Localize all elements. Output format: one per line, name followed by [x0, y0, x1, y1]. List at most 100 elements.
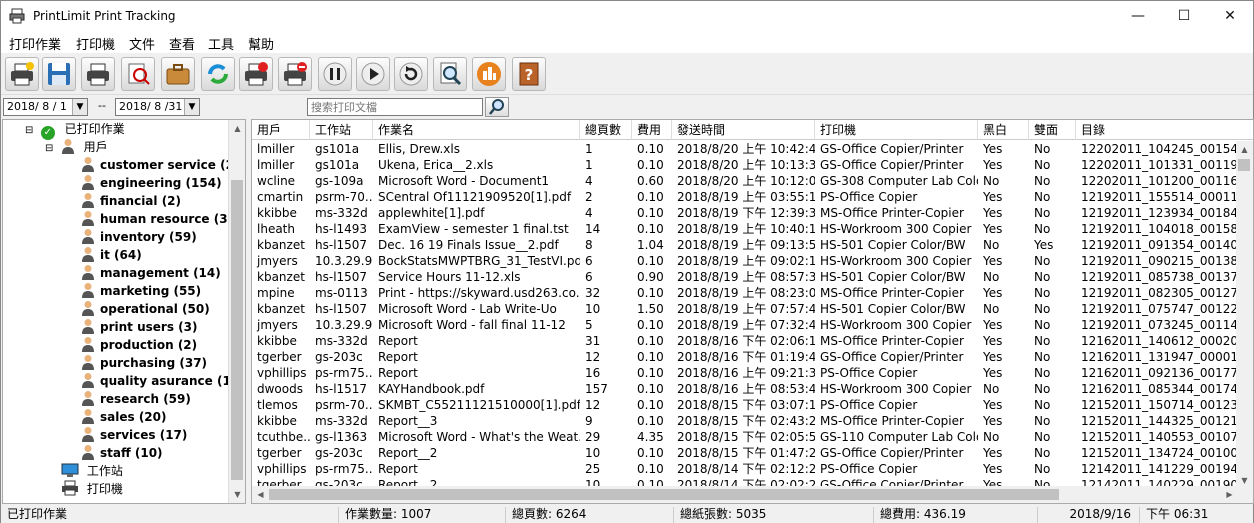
- column-header-job-name[interactable]: 作業名: [373, 120, 580, 140]
- help-button[interactable]: ?: [512, 57, 546, 91]
- table-row[interactable]: cmartin psrm-70... SCentral Of11121909520[…: [252, 189, 1237, 205]
- table-row[interactable]: kkibbe ms-332d applewhite[1].pdf 4 0.10 2018/…: [252, 205, 1237, 221]
- new-printer-button[interactable]: [5, 57, 39, 91]
- tree-group-item[interactable]: staff (10): [81, 444, 163, 462]
- tree-group-item[interactable]: production (2): [81, 336, 197, 354]
- menu-tools[interactable]: 工具: [208, 34, 234, 53]
- collapse-icon[interactable]: ⊟: [25, 122, 37, 140]
- column-header-printer[interactable]: 打印機: [815, 120, 978, 140]
- menu-file[interactable]: 文件: [129, 34, 155, 53]
- chevron-down-icon[interactable]: ▼: [72, 99, 87, 115]
- chevron-down-icon[interactable]: ▼: [184, 99, 199, 115]
- collapse-icon[interactable]: ⊟: [45, 140, 57, 158]
- tree-group-item[interactable]: marketing (55): [81, 282, 201, 300]
- scroll-thumb[interactable]: [1238, 159, 1250, 171]
- tree-group-item[interactable]: quality asurance (153): [81, 372, 245, 390]
- table-row[interactable]: mpine ms-0113 Print - https://skyward.usd2…: [252, 285, 1237, 301]
- scroll-right-icon[interactable]: ▶: [1221, 486, 1238, 503]
- tree-group-item[interactable]: print users (3): [81, 318, 197, 336]
- scroll-thumb[interactable]: [231, 180, 243, 480]
- tree-group-item[interactable]: operational (50): [81, 300, 210, 318]
- column-header-cost[interactable]: 費用: [632, 120, 672, 140]
- tree-group-item[interactable]: inventory (59): [81, 228, 197, 246]
- table-row[interactable]: kbanzet hs-l1507 Service Hours 11-12.xls 6 0…: [252, 269, 1237, 285]
- tree-group-item[interactable]: customer service (22): [81, 156, 245, 174]
- tree-node-printed-jobs[interactable]: ⊟ ✓ 已打印作業: [25, 120, 125, 140]
- scroll-down-icon[interactable]: ▼: [229, 486, 245, 503]
- stop-printer-button[interactable]: [239, 57, 273, 91]
- user-icon: [82, 211, 94, 226]
- scroll-up-icon[interactable]: ▲: [1236, 141, 1253, 158]
- cell-cost: 0.10: [637, 158, 664, 172]
- table-vertical-scrollbar[interactable]: ▲ ▼: [1236, 141, 1253, 489]
- scroll-left-icon[interactable]: ◀: [252, 486, 269, 503]
- table-row[interactable]: kkibbe ms-332d Report__3 9 0.10 2018/8/15 下午 …: [252, 413, 1237, 429]
- table-row[interactable]: tgerber gs-203c Report 12 0.10 2018/8/16 下午 0…: [252, 349, 1237, 365]
- maximize-button[interactable]: ☐: [1161, 1, 1207, 31]
- jobs-briefcase-button[interactable]: [161, 57, 195, 91]
- table-row[interactable]: vphillips ps-rm75... Report 16 0.10 2018/8/16…: [252, 365, 1237, 381]
- tree-group-item[interactable]: purchasing (37): [81, 354, 207, 372]
- table-body: lmiller gs101a Ellis, Drew.xls 1 0.10 2018/8/…: [252, 141, 1237, 489]
- tree-group-item[interactable]: sales (20): [81, 408, 166, 426]
- table-row[interactable]: lheath hs-l1493 ExamView - semester 1 fina…: [252, 221, 1237, 237]
- tree-group-item[interactable]: human resource (30): [81, 210, 241, 228]
- table-row[interactable]: lmiller gs101a Ellis, Drew.xls 1 0.10 2018/8/…: [252, 141, 1237, 157]
- tree-group-item[interactable]: research (59): [81, 390, 191, 408]
- table-horizontal-scrollbar[interactable]: ◀ ▶: [252, 486, 1253, 503]
- menu-help[interactable]: 幫助: [248, 34, 274, 53]
- preview-button[interactable]: [433, 57, 467, 91]
- column-header-directory[interactable]: 目錄: [1076, 120, 1253, 140]
- scroll-up-icon[interactable]: ▲: [229, 120, 245, 137]
- search-input[interactable]: [307, 98, 483, 116]
- table-row[interactable]: kbanzet hs-l1507 Dec. 16 19 Finals Issue__…: [252, 237, 1237, 253]
- table-row[interactable]: tcuthbe... gs-l1363 Microsoft Word - What'…: [252, 429, 1237, 445]
- table-row[interactable]: tlemos psrm-70... SKMBT_C55211121510000[1]…: [252, 397, 1237, 413]
- tree-group-item[interactable]: it (64): [81, 246, 142, 264]
- report-button[interactable]: [472, 57, 506, 91]
- pause-button[interactable]: [318, 57, 352, 91]
- menu-printers[interactable]: 打印機: [76, 34, 115, 53]
- print-button[interactable]: [81, 57, 115, 91]
- table-row[interactable]: jmyers 10.3.29.96 Microsoft Word - fall fi…: [252, 317, 1237, 333]
- table-row[interactable]: dwoods hs-l1517 KAYHandbook.pdf 157 0.10 2018…: [252, 381, 1237, 397]
- search-button[interactable]: [485, 97, 509, 117]
- find-document-button[interactable]: [121, 57, 155, 91]
- table-row[interactable]: kbanzet hs-l1507 Microsoft Word - Lab Writ…: [252, 301, 1237, 317]
- tree-group-item[interactable]: engineering (154): [81, 174, 222, 192]
- cell-duplex: No: [1034, 398, 1051, 412]
- menu-view[interactable]: 查看: [169, 34, 195, 53]
- tree-group-item[interactable]: services (17): [81, 426, 187, 444]
- tree-node-workstations[interactable]: 工作站: [61, 462, 123, 480]
- cell-workstation: ms-332d: [315, 414, 368, 428]
- tree-node-users[interactable]: ⊟ 用戶: [45, 138, 108, 156]
- date-to-picker[interactable]: 2018/ 8 /31 ▼: [115, 98, 200, 116]
- refresh-button[interactable]: [201, 57, 235, 91]
- table-row[interactable]: vphillips ps-rm75... Report 25 0.10 2018/8/14…: [252, 461, 1237, 477]
- table-row[interactable]: lmiller gs101a Ukena, Erica__2.xls 1 0.10 201…: [252, 157, 1237, 173]
- tree-group-item[interactable]: management (14): [81, 264, 221, 282]
- tree-node-printers[interactable]: 打印機: [61, 480, 123, 498]
- tree-scrollbar[interactable]: ▲ ▼: [228, 120, 245, 503]
- column-header-pages[interactable]: 總頁數: [580, 120, 632, 140]
- cell-directory: 12162011_085344_00174.pdf: [1081, 382, 1237, 396]
- tree-group-item[interactable]: financial (2): [81, 192, 181, 210]
- table-row[interactable]: kkibbe ms-332d Report 31 0.10 2018/8/16 下午 02…: [252, 333, 1237, 349]
- menu-print-jobs[interactable]: 打印作業: [9, 34, 61, 53]
- column-header-duplex[interactable]: 雙面: [1029, 120, 1076, 140]
- date-from-picker[interactable]: 2018/ 8 / 1 ▼: [3, 98, 88, 116]
- restart-button[interactable]: [394, 57, 428, 91]
- close-button[interactable]: ✕: [1207, 1, 1253, 31]
- table-row[interactable]: tgerber gs-203c Report__2 10 0.10 2018/8/15 下…: [252, 445, 1237, 461]
- column-header-workstation[interactable]: 工作站: [310, 120, 373, 140]
- resume-button[interactable]: [356, 57, 390, 91]
- minimize-button[interactable]: —: [1115, 1, 1161, 31]
- column-header-user[interactable]: 用戶: [252, 120, 310, 140]
- delete-printer-button[interactable]: [278, 57, 312, 91]
- save-button[interactable]: [42, 57, 76, 91]
- column-header-grayscale[interactable]: 黑白: [978, 120, 1029, 140]
- table-row[interactable]: jmyers 10.3.29.96 BockStatsMWPTBRG_31_Test…: [252, 253, 1237, 269]
- scroll-thumb[interactable]: [269, 489, 1059, 500]
- column-header-sent-time[interactable]: 發送時間: [672, 120, 815, 140]
- table-row[interactable]: wcline gs-109a Microsoft Word - Document1 4…: [252, 173, 1237, 189]
